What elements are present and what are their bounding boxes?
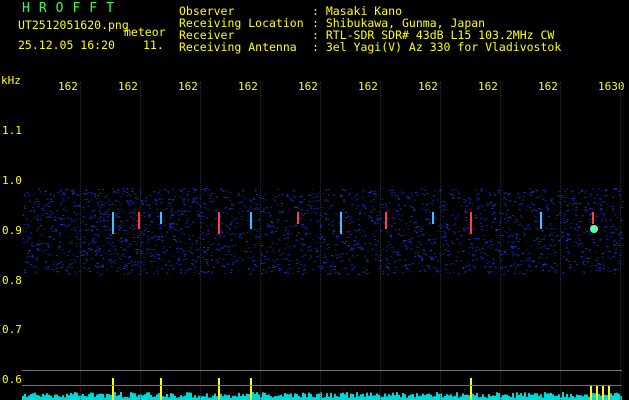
time-tick-7: 162 [478, 80, 498, 93]
time-gridline [440, 82, 442, 400]
meteor-ping [218, 212, 220, 234]
time-gridline [620, 82, 622, 400]
reference-line-upper [22, 370, 622, 371]
freq-tick-4: 0.7 [2, 323, 22, 336]
time-gridline [140, 82, 142, 400]
file-name: UT2512051620.png [18, 18, 129, 32]
freq-tick-2: 0.9 [2, 224, 22, 237]
meteor-label: meteor [124, 25, 166, 39]
freq-tick-5: 0.6 [2, 373, 22, 386]
time-gridline [200, 82, 202, 400]
freq-tick-1: 1.0 [2, 174, 22, 187]
antenna-label: Receiving Antenna [179, 40, 297, 54]
amplitude-trace [22, 378, 622, 400]
antenna-value: : 3el Yagi(V) Az 330 for Vladivostok [312, 40, 562, 54]
meteor-ping [297, 212, 299, 224]
reference-line-lower [22, 385, 622, 386]
unit-label: kHz [1, 74, 21, 87]
meteor-ping [592, 212, 594, 224]
time-gridline [380, 82, 382, 400]
time-gridline [500, 82, 502, 400]
time-tick-6: 162 [418, 80, 438, 93]
meteor-ping [160, 212, 162, 224]
meteor-ping [540, 212, 542, 229]
meteor-ping [590, 225, 598, 233]
hrofft-logo: HROFFT [22, 1, 123, 16]
meteor-ping [385, 212, 387, 229]
time-tick-3: 162 [238, 80, 258, 93]
time-tick-0: 162 [58, 80, 78, 93]
time-gridline [320, 82, 322, 400]
meteor-ping [470, 212, 472, 234]
time-gridline [80, 82, 82, 400]
spectrogram-canvas [22, 188, 624, 400]
meteor-ping [112, 212, 114, 234]
datetime: 25.12.05 16:20 [18, 38, 115, 52]
time-tick-1: 162 [118, 80, 138, 93]
freq-tick-0: 1.1 [2, 124, 22, 137]
time-tick-2: 162 [178, 80, 198, 93]
meteor-count: 11. [143, 38, 164, 52]
meteor-ping [250, 212, 252, 229]
time-tick-8: 162 [538, 80, 558, 93]
time-tick-5: 162 [358, 80, 378, 93]
time-gridline [260, 82, 262, 400]
time-gridline [560, 82, 562, 400]
meteor-ping [432, 212, 434, 224]
time-tick-4: 162 [298, 80, 318, 93]
freq-tick-3: 0.8 [2, 274, 22, 287]
meteor-ping [340, 212, 342, 234]
